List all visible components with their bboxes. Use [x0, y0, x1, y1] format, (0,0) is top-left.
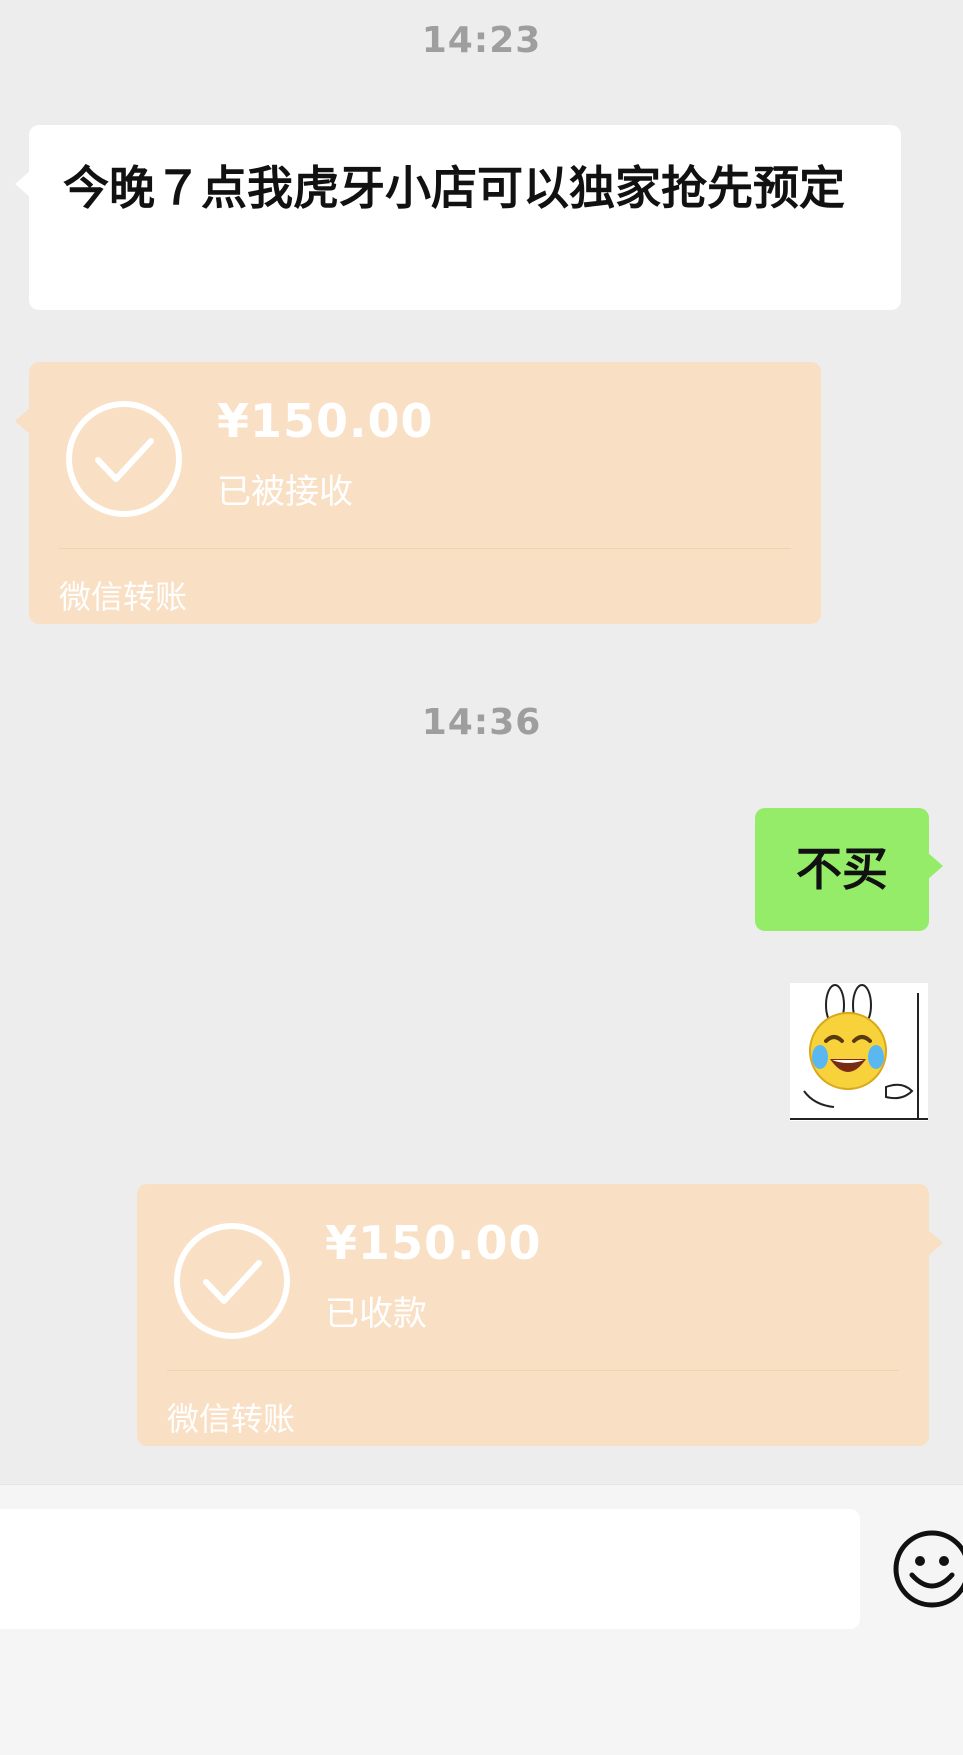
- divider: [59, 548, 791, 549]
- timestamp: 14:36: [421, 702, 542, 743]
- outgoing-message-bubble[interactable]: 不买: [755, 808, 943, 931]
- timestamp: 14:23: [421, 20, 542, 61]
- transfer-amount: ¥150.00: [217, 394, 434, 448]
- message-input[interactable]: [0, 1509, 860, 1629]
- message-text: 今晚７点我虎牙小店可以独家抢先预定: [63, 161, 845, 215]
- check-circle-icon: [174, 1223, 290, 1339]
- transfer-card-collected[interactable]: ¥150.00 已收款 微信转账: [137, 1184, 943, 1446]
- sticker-message[interactable]: [790, 983, 928, 1121]
- check-circle-icon: [66, 401, 182, 517]
- transfer-amount: ¥150.00: [325, 1216, 542, 1270]
- incoming-message-bubble[interactable]: 今晚７点我虎牙小店可以独家抢先预定: [15, 125, 901, 310]
- transfer-footer-label: 微信转账: [59, 578, 188, 616]
- transfer-status: 已被接收: [217, 472, 353, 512]
- input-bar: [0, 1484, 963, 1755]
- message-text: 不买: [796, 842, 888, 896]
- transfer-card-received[interactable]: ¥150.00 已被接收 微信转账: [15, 362, 821, 624]
- transfer-status: 已收款: [325, 1294, 427, 1334]
- divider: [167, 1370, 899, 1371]
- smiley-face-icon[interactable]: [892, 1529, 963, 1609]
- transfer-footer-label: 微信转账: [167, 1400, 296, 1438]
- crying-laughing-bunny-sticker: [790, 983, 928, 1121]
